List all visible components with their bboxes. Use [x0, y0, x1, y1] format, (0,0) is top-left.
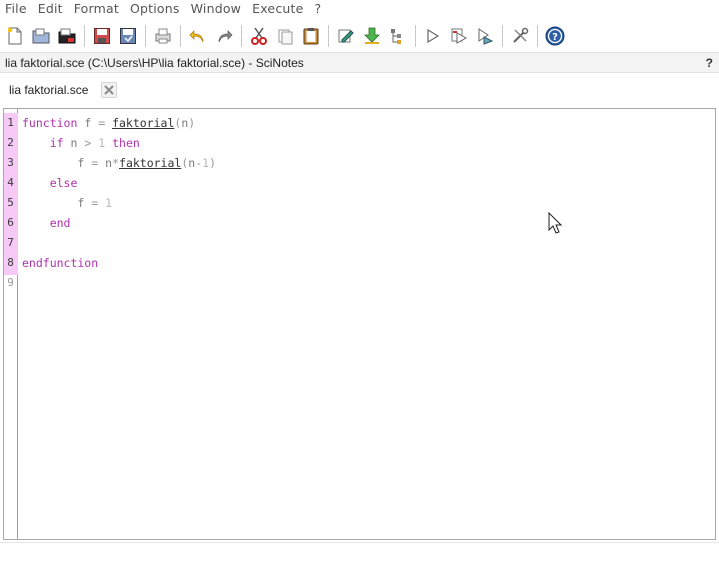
toolbar-separator [415, 25, 416, 47]
preferences-icon [513, 27, 529, 43]
execute-icon [427, 28, 440, 44]
menu-options[interactable]: Options [125, 1, 186, 17]
execute-button[interactable] [421, 24, 445, 48]
save-button[interactable] [90, 24, 114, 48]
code-line: else [49, 176, 78, 190]
code-line: function f = faktorial(n) [22, 116, 196, 130]
code-area[interactable]: function f = faktorial(n) if n > 1 then … [22, 109, 715, 539]
print-icon [155, 28, 171, 44]
close-icon [104, 85, 115, 95]
code-line: endfunction [22, 256, 99, 270]
menu-window[interactable]: Window [186, 1, 248, 17]
toolbar-separator [241, 25, 242, 47]
mouse-cursor-icon [548, 212, 562, 234]
menu-bar: File Edit Format Options Window Execute … [0, 0, 719, 18]
print-button[interactable] [151, 24, 175, 48]
redo-button[interactable] [212, 24, 236, 48]
copy-icon [278, 29, 293, 45]
status-bar [0, 542, 719, 567]
tab-lia-faktorial[interactable]: lia faktorial.sce [0, 79, 118, 101]
toolbar-separator [145, 25, 146, 47]
new-file-button[interactable] [3, 24, 27, 48]
open-folder-icon [58, 28, 76, 44]
code-line: f = n*faktorial(n-1) [77, 156, 217, 170]
menu-format[interactable]: Format [69, 1, 125, 17]
toolbar-separator [84, 25, 85, 47]
menu-edit[interactable]: Edit [33, 1, 69, 17]
tab-label: lia faktorial.sce [9, 83, 89, 97]
copy-button[interactable] [273, 24, 297, 48]
line-number-gutter: 1 2 3 4 5 6 7 8 9 [4, 109, 18, 539]
code-line: if n > 1 then [49, 136, 140, 150]
paste-icon [303, 28, 319, 45]
line-number: 5 [7, 196, 14, 209]
line-number: 4 [7, 176, 14, 189]
undo-button[interactable] [186, 24, 210, 48]
execute-file-icon [451, 28, 468, 44]
open-folder-button[interactable] [55, 24, 79, 48]
list-icon [391, 29, 401, 44]
cut-icon [251, 27, 267, 45]
execute-selection-icon [478, 28, 494, 45]
help-icon: ? [545, 26, 565, 46]
redo-icon [218, 30, 233, 43]
line-number: 7 [7, 236, 14, 249]
svg-text:?: ? [552, 32, 558, 43]
edit-icon [338, 29, 354, 43]
toolbar-separator [502, 25, 503, 47]
download-button[interactable] [360, 24, 384, 48]
help-button[interactable]: ? [543, 24, 567, 48]
execute-file-button[interactable] [447, 24, 471, 48]
line-number: 9 [7, 276, 14, 289]
undo-icon [189, 30, 204, 43]
cut-button[interactable] [247, 24, 271, 48]
save-as-icon [120, 28, 136, 44]
list-button[interactable] [386, 24, 410, 48]
line-number: 6 [7, 216, 14, 229]
line-number: 1 [7, 116, 14, 129]
new-file-icon [7, 27, 22, 45]
tab-close-button[interactable] [101, 82, 118, 98]
toolbar-separator [180, 25, 181, 47]
line-number: 3 [7, 156, 14, 169]
toolbar: ? [0, 20, 719, 52]
tab-bar: lia faktorial.sce [0, 76, 719, 104]
paste-button[interactable] [299, 24, 323, 48]
execute-selection-button[interactable] [473, 24, 497, 48]
code-editor[interactable]: 1 2 3 4 5 6 7 8 9 function f = faktorial… [3, 108, 716, 540]
open-file-button[interactable] [29, 24, 53, 48]
line-number: 8 [7, 256, 14, 269]
line-number: 2 [7, 136, 14, 149]
preferences-button[interactable] [508, 24, 532, 48]
title-help-button[interactable]: ? [706, 56, 719, 70]
code-line: f = 1 [77, 196, 113, 210]
toolbar-separator [537, 25, 538, 47]
code-line: end [49, 216, 71, 230]
window-title: lia faktorial.sce (C:\Users\HP\lia fakto… [5, 55, 304, 70]
menu-execute[interactable]: Execute [247, 1, 309, 17]
toolbar-separator [328, 25, 329, 47]
save-icon [94, 28, 110, 44]
open-file-icon [32, 28, 50, 44]
menu-help[interactable]: ? [310, 1, 328, 17]
menu-file[interactable]: File [0, 1, 33, 17]
download-icon [364, 27, 380, 44]
save-as-button[interactable] [116, 24, 140, 48]
edit-button[interactable] [334, 24, 358, 48]
editor-title-bar: lia faktorial.sce (C:\Users\HP\lia fakto… [0, 52, 719, 73]
